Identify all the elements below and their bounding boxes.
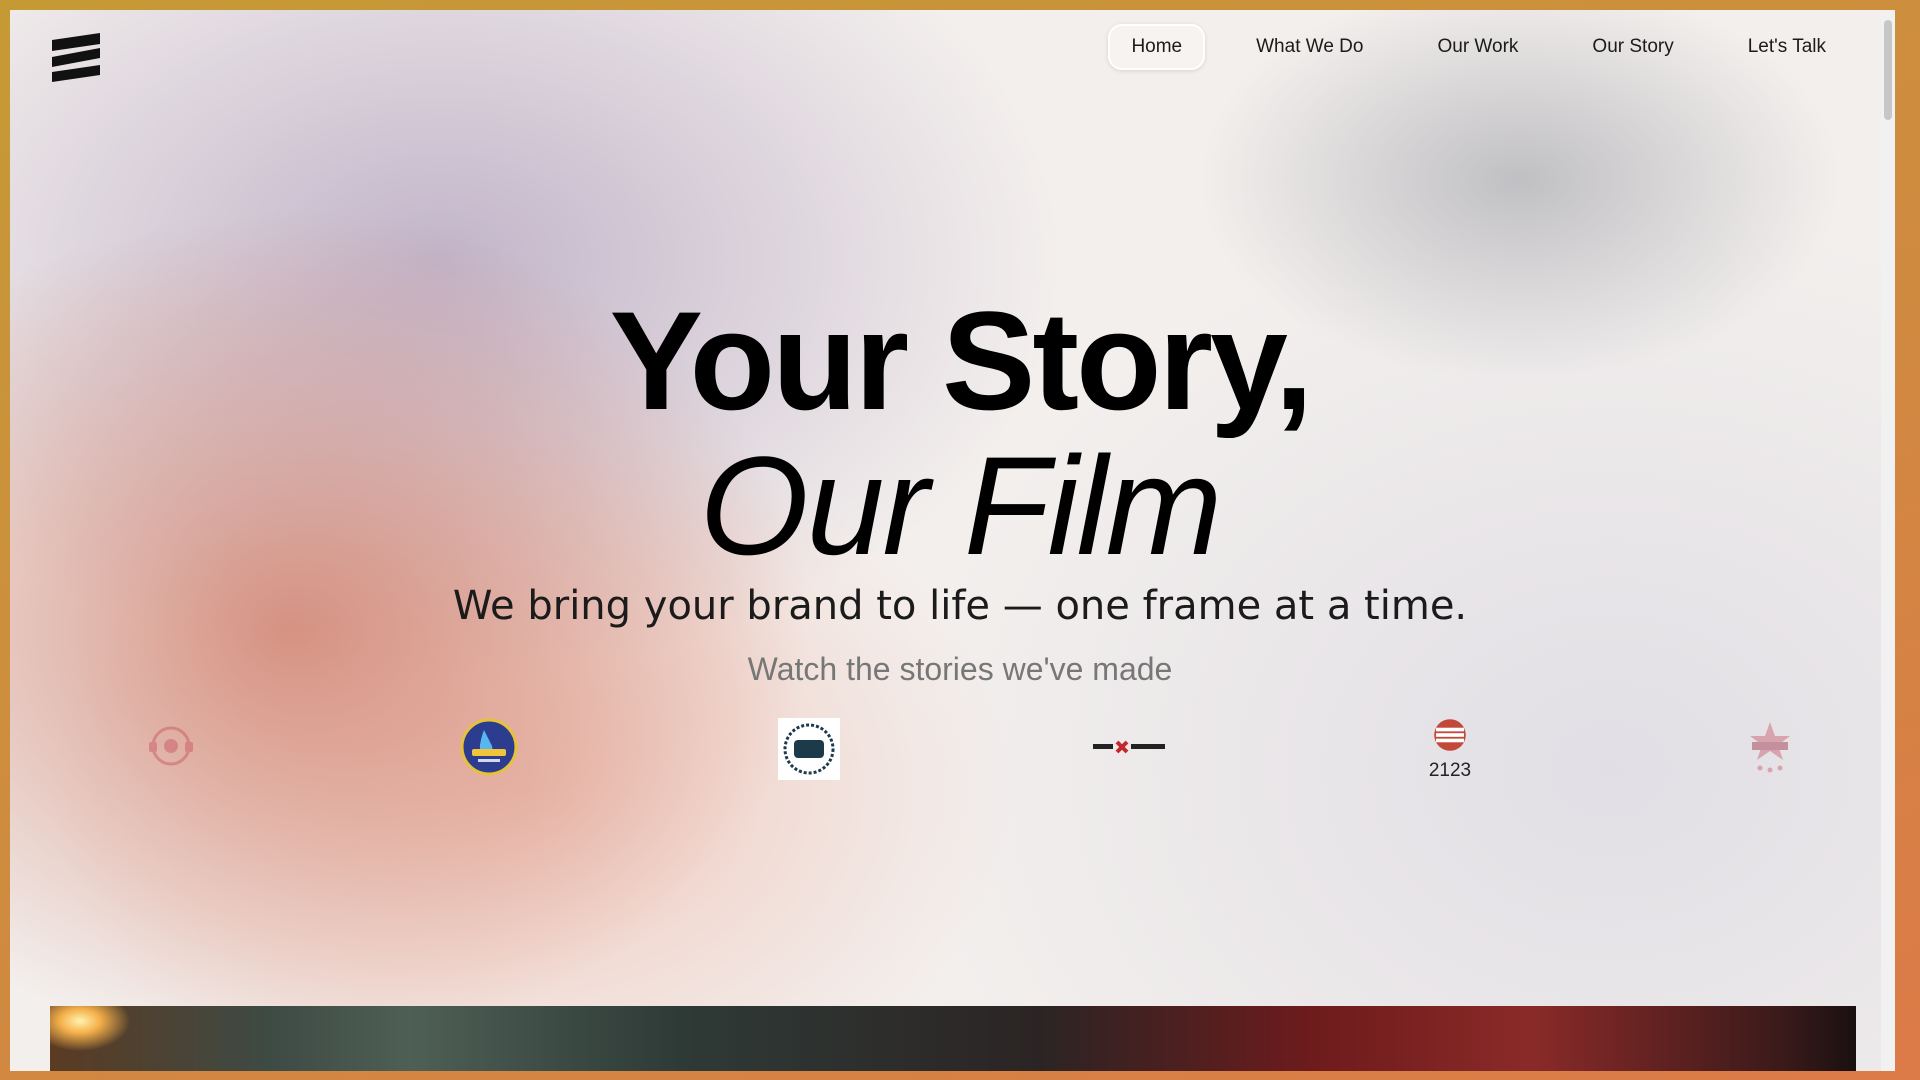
client-logo-3[interactable] — [774, 718, 844, 782]
site-logo-icon[interactable] — [50, 30, 102, 82]
showreel-video[interactable] — [50, 1006, 1856, 1071]
blue-water-drop-badge-logo-icon — [460, 718, 518, 776]
bumper-to-bumper-carshow-logo-icon — [1434, 719, 1466, 751]
nav-lets-talk[interactable]: Let's Talk — [1725, 24, 1849, 70]
nav-our-work[interactable]: Our Work — [1414, 24, 1541, 70]
hero-title-line2: Our Film — [699, 427, 1223, 584]
car-x-shop-logo-icon — [1093, 740, 1165, 754]
browser-viewport: Home What We Do Our Work Our Story Let's… — [10, 10, 1895, 1071]
page-scrollbar[interactable] — [1881, 10, 1895, 1071]
watch-stories-label: Watch the stories we've made — [747, 651, 1173, 687]
faded-crest-logo-icon — [149, 726, 193, 766]
nav-home[interactable]: Home — [1108, 24, 1206, 70]
main-nav: Home What We Do Our Work Our Story Let's… — [1080, 24, 1849, 70]
scrollbar-thumb[interactable] — [1884, 20, 1892, 120]
client-logo-row: 2123 — [10, 718, 1895, 818]
faded-star-crest-logo-icon — [1750, 722, 1790, 773]
client-logo-4[interactable] — [1089, 718, 1169, 782]
client-logo-1[interactable] — [136, 718, 206, 782]
nav-our-story[interactable]: Our Story — [1569, 24, 1696, 70]
hero-tagline: We bring your brand to life — one frame … — [452, 583, 1468, 629]
nav-what-we-do[interactable]: What We Do — [1233, 24, 1386, 70]
video-light-flare — [50, 1006, 140, 1066]
client-logo-2[interactable] — [454, 718, 524, 782]
logo-counter-text: 2123 — [1428, 760, 1472, 781]
circular-text-seal-logo-icon — [778, 718, 840, 780]
hero-title-line1: Your Story, — [609, 282, 1314, 439]
client-logo-6[interactable] — [1735, 718, 1805, 782]
client-logo-5[interactable]: 2123 — [1415, 718, 1485, 782]
